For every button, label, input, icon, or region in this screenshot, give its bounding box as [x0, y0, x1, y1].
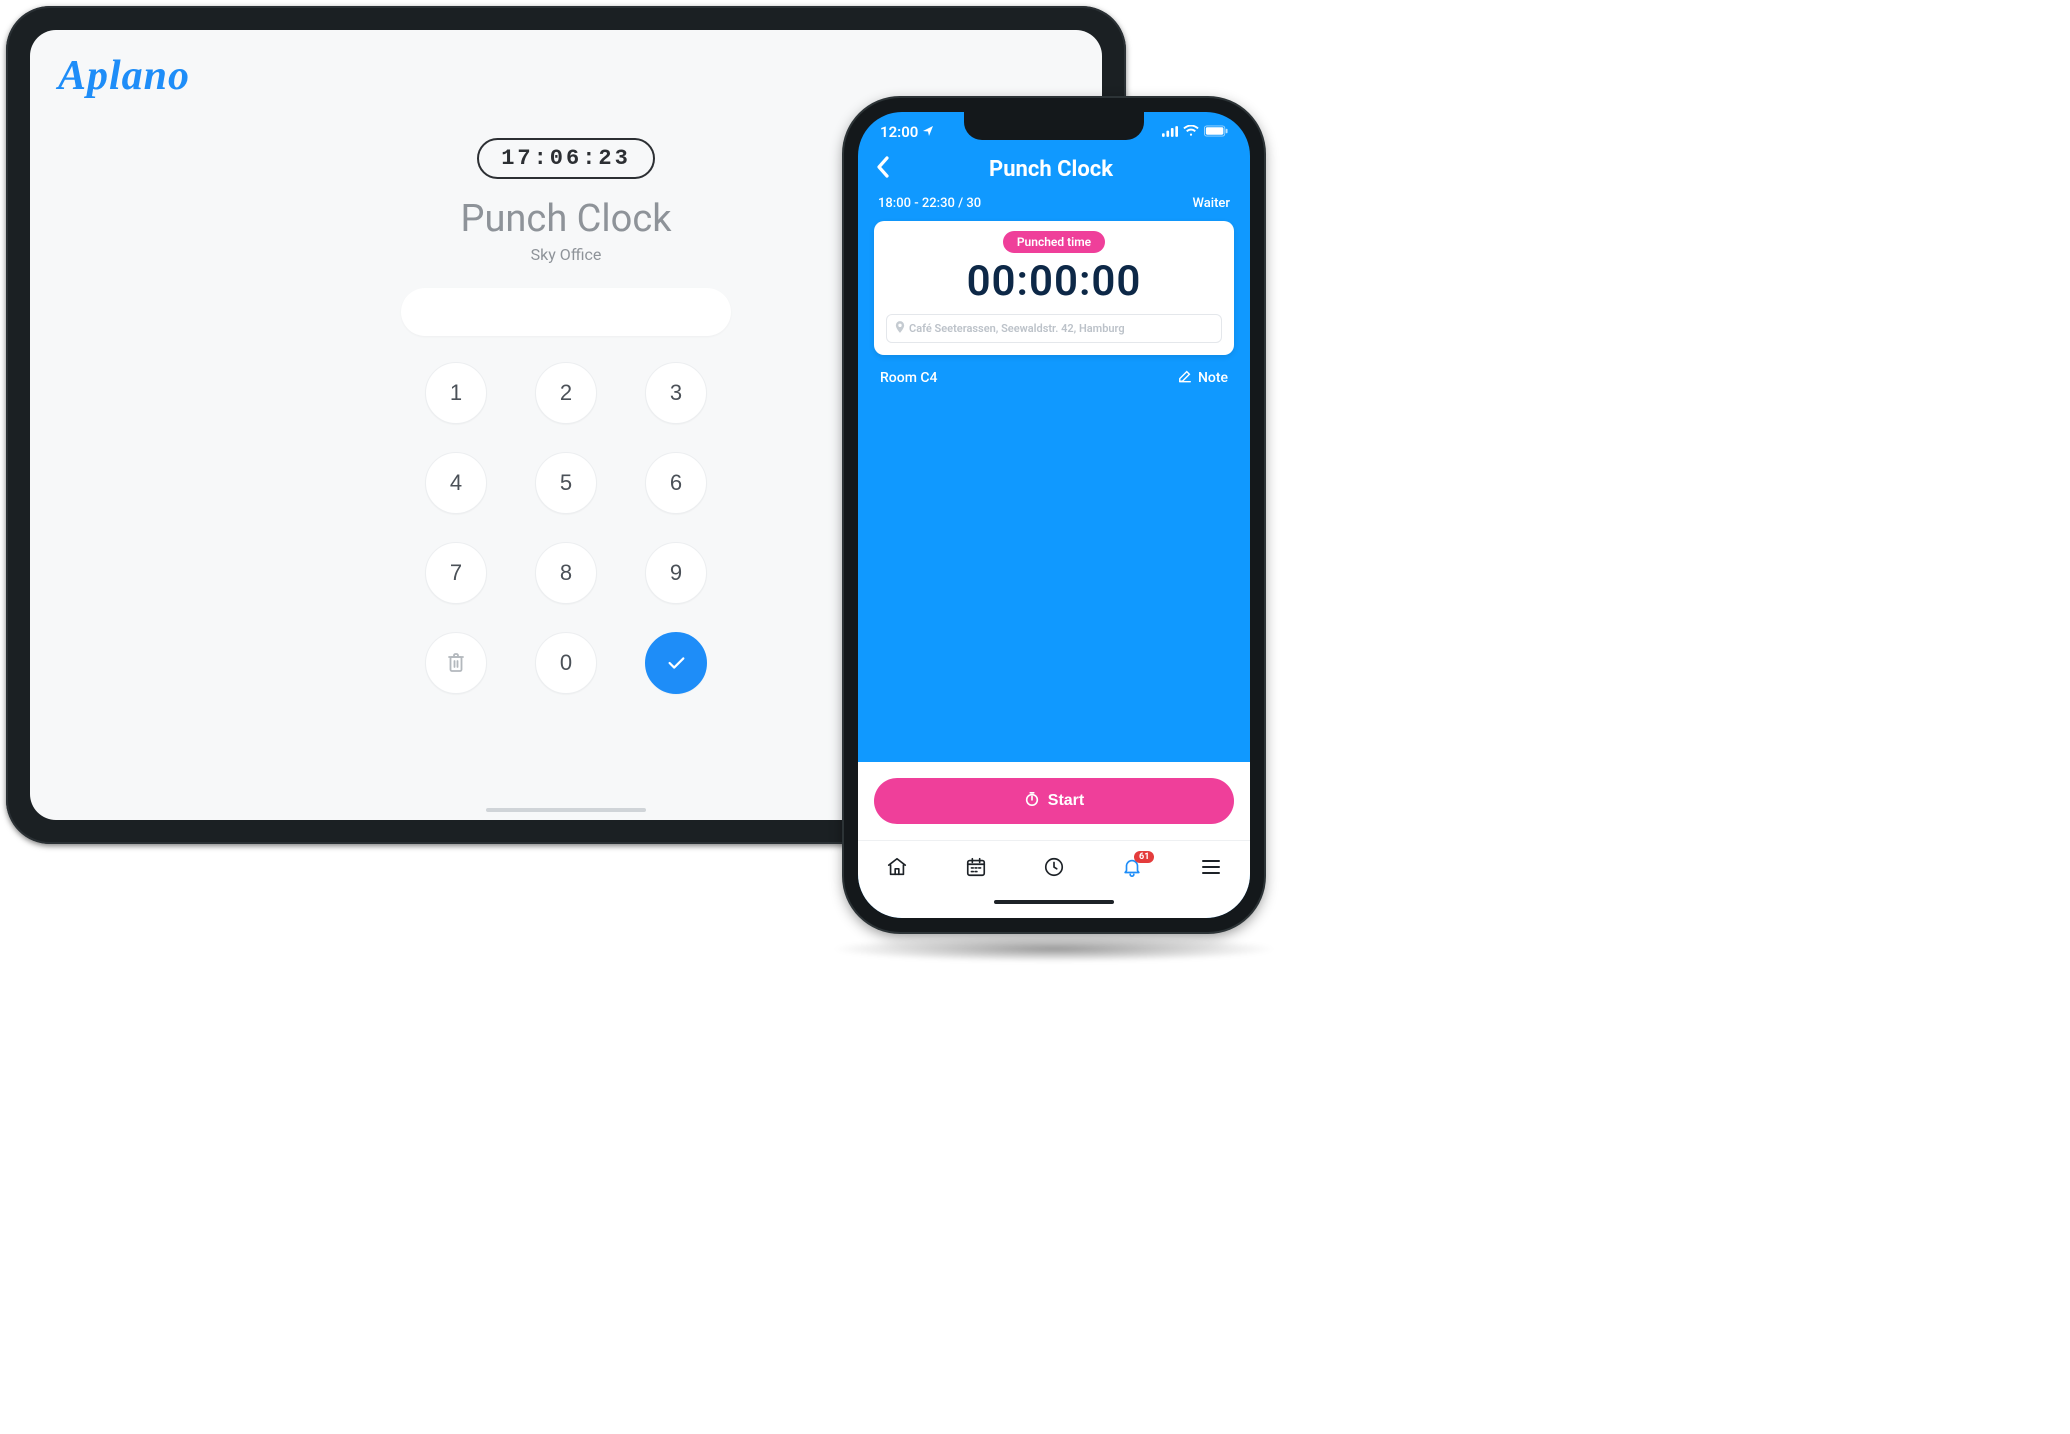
note-button[interactable]: Note [1178, 369, 1228, 387]
nav-clock[interactable] [1034, 849, 1074, 889]
phone-device-frame: 12:00 [844, 98, 1264, 932]
trash-icon [446, 652, 466, 674]
shift-meta-row: 18:00 - 22:30 / 30 Waiter [858, 194, 1250, 221]
brand-logo: Aplano [58, 52, 190, 100]
below-card-row: Room C4 Note [858, 355, 1250, 387]
pencil-icon [1178, 369, 1192, 387]
tablet-home-indicator [486, 808, 646, 812]
hamburger-icon [1201, 859, 1221, 879]
check-icon [665, 652, 687, 674]
nav-calendar[interactable] [956, 849, 996, 889]
phone-page-title: Punch Clock [868, 157, 1234, 182]
keypad-5[interactable]: 5 [535, 452, 597, 514]
nav-home[interactable] [877, 849, 917, 889]
bottom-nav: 61 [858, 840, 1250, 896]
calendar-icon [965, 856, 987, 882]
location-text: Café Seeterassen, Seewaldstr. 42, Hambur… [909, 322, 1125, 335]
shift-time: 18:00 - 22:30 / 30 [878, 196, 981, 211]
room-label: Room C4 [880, 370, 937, 386]
keypad-8[interactable]: 8 [535, 542, 597, 604]
keypad-0[interactable]: 0 [535, 632, 597, 694]
location-subtitle: Sky Office [531, 245, 602, 264]
start-area: Start [858, 762, 1250, 840]
keypad-delete[interactable] [425, 632, 487, 694]
phone-shadow [830, 936, 1278, 962]
keypad-7[interactable]: 7 [425, 542, 487, 604]
start-label: Start [1048, 792, 1084, 810]
phone-header: Punch Clock [858, 152, 1250, 194]
notification-badge: 61 [1134, 851, 1154, 864]
keypad-3[interactable]: 3 [645, 362, 707, 424]
shift-role: Waiter [1193, 196, 1230, 211]
pin-input-display[interactable] [401, 288, 731, 336]
keypad-confirm[interactable] [645, 632, 707, 694]
location-box: Café Seeterassen, Seewaldstr. 42, Hambur… [886, 314, 1222, 343]
nav-menu[interactable] [1191, 849, 1231, 889]
numeric-keypad: 1 2 3 4 5 6 7 8 9 [425, 362, 707, 694]
punched-time-badge: Punched time [1003, 231, 1105, 253]
keypad-4[interactable]: 4 [425, 452, 487, 514]
home-icon [886, 856, 908, 882]
stopwatch-icon [1024, 791, 1040, 812]
note-label: Note [1198, 370, 1228, 386]
signal-icon [1162, 123, 1178, 141]
page-title: Punch Clock [461, 197, 672, 241]
phone-spacer [858, 387, 1250, 762]
phone-notch [964, 112, 1144, 140]
battery-icon [1204, 123, 1228, 141]
wifi-icon [1183, 123, 1199, 141]
start-button[interactable]: Start [874, 778, 1234, 824]
punched-time-card: Punched time 00:00:00 Café Seeterassen, … [874, 221, 1234, 355]
keypad-2[interactable]: 2 [535, 362, 597, 424]
nav-notifications[interactable]: 61 [1112, 849, 1152, 889]
phone-screen: 12:00 [858, 112, 1250, 918]
keypad-1[interactable]: 1 [425, 362, 487, 424]
location-arrow-icon [922, 123, 934, 141]
punched-timer: 00:00:00 [886, 257, 1222, 306]
pin-icon [895, 321, 905, 336]
tablet-punch-clock-panel: 17:06:23 Punch Clock Sky Office 1 2 3 4 … [401, 138, 731, 694]
phone-home-indicator [858, 896, 1250, 918]
keypad-6[interactable]: 6 [645, 452, 707, 514]
current-time-pill: 17:06:23 [477, 138, 655, 179]
status-time: 12:00 [880, 123, 918, 141]
clock-icon [1043, 856, 1065, 882]
keypad-9[interactable]: 9 [645, 542, 707, 604]
